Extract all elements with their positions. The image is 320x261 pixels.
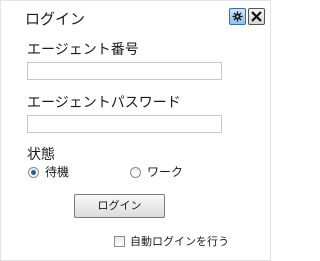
close-button[interactable] — [248, 8, 265, 25]
status-work-label: ワーク — [147, 165, 184, 179]
agent-password-input[interactable] — [27, 115, 222, 133]
login-panel: ログイン エージェント番号 エージェントパスワード 状態 待機 ワーク ログイン… — [0, 0, 271, 261]
agent-number-input[interactable] — [27, 62, 222, 80]
window-title: ログイン — [25, 10, 86, 28]
radio-button[interactable] — [130, 166, 141, 178]
gear-icon — [232, 11, 243, 22]
status-radio-standby[interactable]: 待機 — [28, 165, 69, 179]
auto-login-checkbox[interactable] — [114, 236, 125, 247]
login-button[interactable]: ログイン — [74, 194, 165, 218]
status-standby-label: 待機 — [45, 165, 70, 179]
auto-login-option[interactable]: 自動ログインを行う — [114, 235, 229, 248]
status-radio-work[interactable]: ワーク — [130, 165, 183, 179]
agent-password-label: エージェントパスワード — [27, 95, 181, 111]
radio-button-selected[interactable] — [28, 166, 39, 178]
radio-selected-dot — [31, 169, 36, 175]
auto-login-label: 自動ログインを行う — [130, 235, 229, 248]
status-label: 状態 — [27, 147, 55, 163]
settings-button[interactable] — [229, 8, 246, 25]
close-icon — [251, 11, 262, 22]
agent-number-label: エージェント番号 — [27, 42, 139, 58]
